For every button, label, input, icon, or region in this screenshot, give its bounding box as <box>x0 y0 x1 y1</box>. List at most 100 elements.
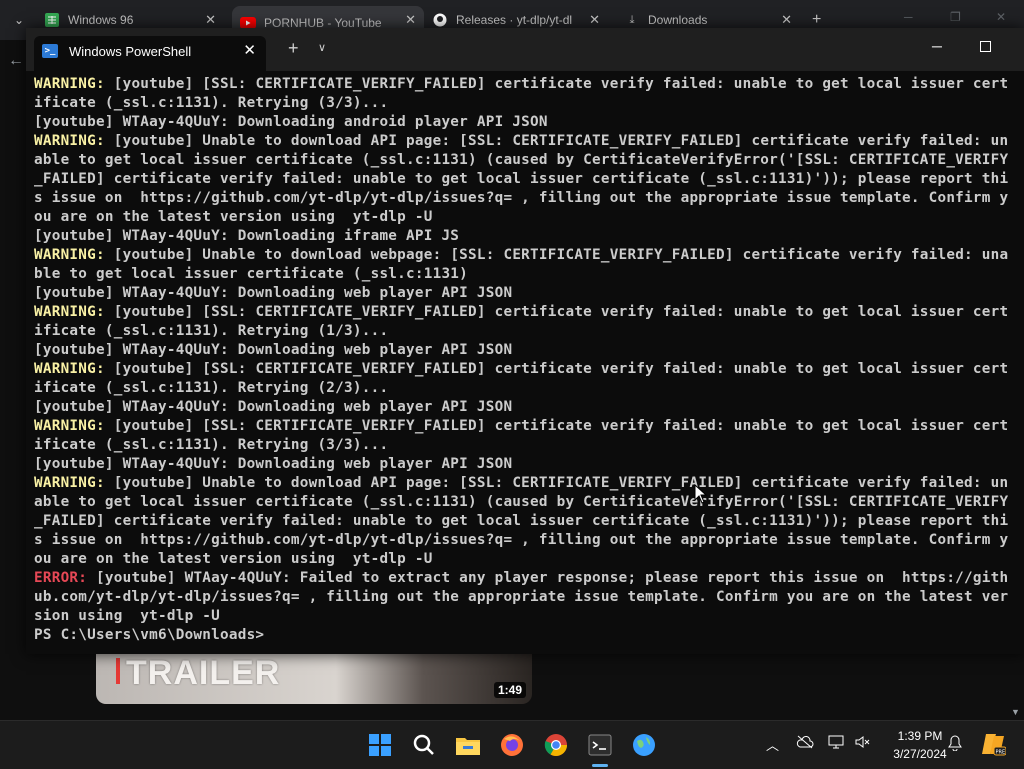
minimize-button[interactable]: ─ <box>932 38 942 54</box>
spreadsheet-icon <box>44 12 60 28</box>
terminal-line: WARNING: [youtube] Unable to download AP… <box>34 132 1024 151</box>
firefox-icon[interactable] <box>498 731 526 759</box>
terminal-line-text: [youtube] WTAay-4QUuY: Downloading web p… <box>34 285 513 301</box>
bell-icon[interactable] <box>948 735 962 754</box>
terminal-line-text: s issue on https://github.com/yt-dlp/yt-… <box>34 532 1009 548</box>
terminal-line-text: s issue on https://github.com/yt-dlp/yt-… <box>34 190 1009 206</box>
scroll-down-arrow-icon[interactable]: ▼ <box>1011 707 1020 717</box>
terminal-line-text: [youtube] WTAay-4QUuY: Downloading andro… <box>34 114 548 130</box>
terminal-line: PS C:\Users\vm6\Downloads> <box>34 626 1024 645</box>
terminal-line-text: [youtube] [SSL: CERTIFICATE_VERIFY_FAILE… <box>104 76 1009 92</box>
terminal-line: sion using yt-dlp -U <box>34 607 1024 626</box>
terminal-line: s issue on https://github.com/yt-dlp/yt-… <box>34 189 1024 208</box>
terminal-line: _FAILED] certificate verify failed: unab… <box>34 170 1024 189</box>
terminal-icon[interactable] <box>586 731 614 759</box>
terminal-line: ou are on the latest version using yt-dl… <box>34 550 1024 569</box>
file-explorer-icon[interactable] <box>454 731 482 759</box>
back-arrow-icon[interactable]: ← <box>8 52 24 70</box>
terminal-output[interactable]: WARNING: [youtube] [SSL: CERTIFICATE_VER… <box>34 75 1024 654</box>
mouse-pointer-icon <box>694 484 708 504</box>
terminal-line: [youtube] WTAay-4QUuY: Downloading web p… <box>34 398 1024 417</box>
terminal-line: able to get local issuer certificate (_s… <box>34 151 1024 170</box>
terminal-line: WARNING: [youtube] [SSL: CERTIFICATE_VER… <box>34 417 1024 436</box>
video-duration-badge: 1:49 <box>493 682 526 698</box>
close-icon[interactable]: ✕ <box>405 12 416 28</box>
chevron-up-icon[interactable]: ︿ <box>766 735 779 754</box>
terminal-line-text: [youtube] WTAay-4QUuY: Failed to extract… <box>87 570 1009 586</box>
terminal-line: ificate (_ssl.c:1131). Retrying (3/3)... <box>34 436 1024 455</box>
warning-prefix: WARNING: <box>34 418 105 434</box>
terminal-line-text: [youtube] WTAay-4QUuY: Downloading ifram… <box>34 228 460 244</box>
terminal-line-text: [youtube] [SSL: CERTIFICATE_VERIFY_FAILE… <box>104 418 1009 434</box>
taskbar: ︿ 1:39 PM 3/27/2024 PRE <box>0 720 1024 769</box>
terminal-line-text: ificate (_ssl.c:1131). Retrying (3/3)... <box>34 437 389 453</box>
active-app-indicator <box>592 764 608 767</box>
video-thumbnail-title: TRAILER <box>126 654 281 692</box>
close-icon[interactable]: ✕ <box>996 10 1006 24</box>
svg-text:PRE: PRE <box>996 750 1006 756</box>
maximize-button[interactable] <box>980 41 991 52</box>
terminal-line: WARNING: [youtube] Unable to download AP… <box>34 474 1024 493</box>
terminal-line-text: [youtube] Unable to download API page: [… <box>104 133 1009 149</box>
warning-prefix: WARNING: <box>34 304 105 320</box>
terminal-line: able to get local issuer certificate (_s… <box>34 493 1024 512</box>
globe-icon[interactable] <box>630 731 658 759</box>
terminal-line-text: ou are on the latest version using yt-dl… <box>34 551 433 567</box>
terminal-line-text: _FAILED] certificate verify failed: unab… <box>34 171 1009 187</box>
powershell-window[interactable]: >_ Windows PowerShell ✕ + ∨ ─ WARNING: [… <box>26 28 1024 654</box>
terminal-line: _FAILED] certificate verify failed: unab… <box>34 512 1024 531</box>
terminal-titlebar[interactable]: >_ Windows PowerShell ✕ + ∨ ─ <box>26 28 1024 71</box>
maximize-icon[interactable]: ❐ <box>950 10 961 24</box>
terminal-line: ificate (_ssl.c:1131). Retrying (3/3)... <box>34 94 1024 113</box>
browser-tab-label: Releases · yt-dlp/yt-dl <box>456 13 573 27</box>
terminal-tab-title: Windows PowerShell <box>69 44 192 59</box>
terminal-line-text: [youtube] WTAay-4QUuY: Downloading web p… <box>34 456 513 472</box>
download-icon: ⤓ <box>629 13 635 26</box>
volume-muted-icon[interactable] <box>854 735 872 752</box>
terminal-line-text: ificate (_ssl.c:1131). Retrying (1/3)... <box>34 323 389 339</box>
minimize-icon[interactable]: ─ <box>904 10 913 24</box>
chrome-icon[interactable] <box>542 731 570 759</box>
warning-prefix: WARNING: <box>34 247 105 263</box>
github-icon <box>432 12 448 28</box>
search-icon[interactable] <box>410 731 438 759</box>
accent-bar <box>116 658 120 684</box>
terminal-line: ub.com/yt-dlp/yt-dlp/issues?q= , filling… <box>34 588 1024 607</box>
terminal-tab[interactable]: >_ Windows PowerShell ✕ <box>34 36 266 71</box>
terminal-line: WARNING: [youtube] [SSL: CERTIFICATE_VER… <box>34 75 1024 94</box>
terminal-line: [youtube] WTAay-4QUuY: Downloading andro… <box>34 113 1024 132</box>
close-icon[interactable]: ✕ <box>243 41 256 59</box>
terminal-line: [youtube] WTAay-4QUuY: Downloading web p… <box>34 284 1024 303</box>
start-icon[interactable] <box>366 731 394 759</box>
terminal-line-text: ificate (_ssl.c:1131). Retrying (2/3)... <box>34 380 389 396</box>
terminal-line: ificate (_ssl.c:1131). Retrying (2/3)... <box>34 379 1024 398</box>
browser-tab-label: Windows 96 <box>68 13 134 27</box>
terminal-line-text: _FAILED] certificate verify failed: unab… <box>34 513 1009 529</box>
terminal-line-text: ub.com/yt-dlp/yt-dlp/issues?q= , filling… <box>34 589 1009 605</box>
terminal-line-text: able to get local issuer certificate (_s… <box>34 152 1009 168</box>
video-thumbnail[interactable]: TRAILER 1:49 <box>96 654 532 704</box>
terminal-line-text: [youtube] [SSL: CERTIFICATE_VERIFY_FAILE… <box>104 361 1009 377</box>
close-icon[interactable]: ✕ <box>205 12 216 28</box>
terminal-line-text: [youtube] WTAay-4QUuY: Downloading web p… <box>34 342 513 358</box>
terminal-line-text: sion using yt-dlp -U <box>34 608 221 624</box>
warning-prefix: WARNING: <box>34 475 105 491</box>
chevron-down-icon[interactable]: ∨ <box>318 41 326 54</box>
terminal-line: [youtube] WTAay-4QUuY: Downloading web p… <box>34 341 1024 360</box>
warning-prefix: WARNING: <box>34 133 105 149</box>
browser-tab-label: Downloads <box>648 13 708 27</box>
terminal-line: s issue on https://github.com/yt-dlp/yt-… <box>34 531 1024 550</box>
tab-search-button[interactable]: ⌄ <box>8 10 30 30</box>
terminal-line: [youtube] WTAay-4QUuY: Downloading ifram… <box>34 227 1024 246</box>
terminal-line: WARNING: [youtube] [SSL: CERTIFICATE_VER… <box>34 360 1024 379</box>
close-icon[interactable]: ✕ <box>781 12 792 28</box>
new-tab-button[interactable]: + <box>288 38 299 59</box>
terminal-line-text: [youtube] Unable to download webpage: [S… <box>104 247 1009 263</box>
cloud-offline-icon[interactable] <box>796 735 814 752</box>
terminal-line: [youtube] WTAay-4QUuY: Downloading web p… <box>34 455 1024 474</box>
close-icon[interactable]: ✕ <box>589 12 600 28</box>
display-icon[interactable] <box>828 735 844 752</box>
copilot-icon[interactable]: PRE <box>980 731 1007 760</box>
terminal-line-text: [youtube] Unable to download API page: [… <box>104 475 1009 491</box>
terminal-line: ble to get local issuer certificate (_ss… <box>34 265 1024 284</box>
